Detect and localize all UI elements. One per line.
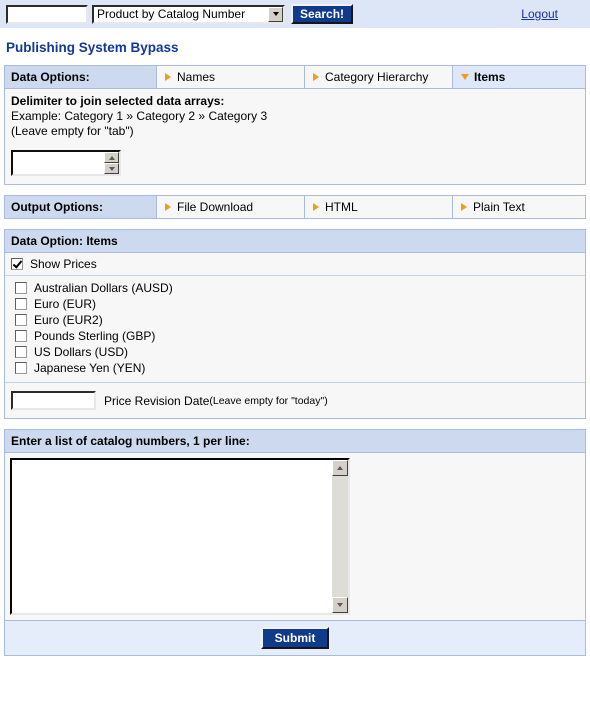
tab-file-download[interactable]: File Download: [157, 196, 305, 218]
search-input[interactable]: [6, 4, 88, 24]
currency-checkbox-eur2[interactable]: [15, 314, 27, 326]
currency-row-eur2[interactable]: Euro (EUR2): [5, 312, 585, 328]
currency-checkbox-eur[interactable]: [15, 298, 27, 310]
search-type-select[interactable]: Product by Catalog Number: [92, 4, 285, 24]
delimiter-scrollbar[interactable]: [104, 152, 119, 174]
tab-items-label: Items: [474, 70, 506, 84]
chevron-down-icon[interactable]: [268, 6, 283, 22]
output-options-panel: Output Options: File Download HTML Plain…: [4, 195, 586, 219]
delimiter-title: Delimiter to join selected data arrays:: [11, 94, 225, 108]
price-revision-date-row: Price Revision Date (Leave empty for "to…: [5, 382, 585, 418]
currency-row-usd[interactable]: US Dollars (USD): [5, 344, 585, 360]
price-revision-date-note: (Leave empty for "today"): [209, 394, 328, 407]
tab-plain-text[interactable]: Plain Text: [453, 196, 585, 218]
catalog-numbers-textarea[interactable]: [10, 458, 350, 615]
logout-link[interactable]: Logout: [521, 7, 558, 21]
catalog-textarea-scrollbar[interactable]: [332, 460, 348, 613]
currency-checkbox-list: Australian Dollars (AUSD) Euro (EUR) Eur…: [5, 275, 585, 382]
output-options-tabrow: Output Options: File Download HTML Plain…: [5, 196, 585, 218]
show-prices-row[interactable]: Show Prices: [5, 253, 585, 275]
scroll-down-icon[interactable]: [104, 163, 119, 174]
page-root: Product by Catalog Number Search! Logout…: [0, 0, 590, 707]
logout-container: Logout: [521, 7, 584, 21]
price-revision-date-label: Price Revision Date: [104, 393, 210, 408]
triangle-right-icon: [313, 203, 319, 211]
currency-label-yen: Japanese Yen (YEN): [34, 361, 146, 375]
search-button[interactable]: Search!: [291, 4, 354, 24]
triangle-right-icon: [165, 73, 171, 81]
catalog-textarea-area[interactable]: [12, 460, 332, 613]
delimiter-textarea-area[interactable]: [13, 152, 104, 174]
tab-category-hierarchy-label: Category Hierarchy: [325, 70, 429, 84]
delimiter-note: (Leave empty for "tab"): [11, 124, 134, 138]
currency-label-usd: US Dollars (USD): [34, 345, 129, 359]
currency-row-ausd[interactable]: Australian Dollars (AUSD): [5, 280, 585, 296]
data-option-items-header: Data Option: Items: [5, 230, 585, 253]
show-prices-checkbox[interactable]: [11, 258, 23, 270]
data-option-items-body: Show Prices Australian Dollars (AUSD) Eu…: [5, 253, 585, 418]
catalog-numbers-panel: Enter a list of catalog numbers, 1 per l…: [4, 429, 586, 656]
data-options-panel: Data Options: Names Category Hierarchy I…: [4, 65, 586, 185]
output-options-head-label: Output Options:: [5, 196, 157, 218]
tab-plain-text-label: Plain Text: [473, 200, 525, 214]
currency-row-gbp[interactable]: Pounds Sterling (GBP): [5, 328, 585, 344]
submit-button[interactable]: Submit: [260, 627, 330, 649]
tab-file-download-label: File Download: [177, 200, 254, 214]
price-revision-date-input[interactable]: [11, 391, 96, 410]
currency-label-gbp: Pounds Sterling (GBP): [34, 329, 156, 343]
triangle-right-icon: [165, 203, 171, 211]
tab-html-label: HTML: [325, 200, 358, 214]
scrollbar-track[interactable]: [332, 476, 348, 597]
catalog-textarea-wrap: [5, 453, 585, 620]
currency-checkbox-usd[interactable]: [15, 346, 27, 358]
catalog-numbers-header: Enter a list of catalog numbers, 1 per l…: [5, 430, 585, 453]
currency-row-yen[interactable]: Japanese Yen (YEN): [5, 360, 585, 376]
currency-label-ausd: Australian Dollars (AUSD): [34, 281, 173, 295]
currency-checkbox-gbp[interactable]: [15, 330, 27, 342]
tab-category-hierarchy[interactable]: Category Hierarchy: [305, 66, 453, 88]
delimiter-section: Delimiter to join selected data arrays: …: [5, 88, 585, 184]
data-option-items-panel: Data Option: Items Show Prices Australia…: [4, 229, 586, 419]
data-options-tabrow: Data Options: Names Category Hierarchy I…: [5, 66, 585, 88]
scroll-up-icon[interactable]: [104, 152, 119, 163]
delimiter-example: Example: Category 1 » Category 2 » Categ…: [11, 109, 268, 123]
delimiter-textarea[interactable]: [11, 150, 121, 176]
tab-names[interactable]: Names: [157, 66, 305, 88]
triangle-right-icon: [461, 203, 467, 211]
currency-checkbox-ausd[interactable]: [15, 282, 27, 294]
currency-label-eur2: Euro (EUR2): [34, 313, 103, 327]
submit-bar: Submit: [5, 620, 585, 655]
tab-items[interactable]: Items: [453, 66, 585, 88]
page-title: Publishing System Bypass: [6, 40, 179, 55]
currency-label-eur: Euro (EUR): [34, 297, 97, 311]
currency-row-eur[interactable]: Euro (EUR): [5, 296, 585, 312]
data-options-head-label: Data Options:: [5, 66, 157, 88]
show-prices-label: Show Prices: [30, 257, 97, 271]
tab-names-label: Names: [177, 70, 216, 84]
search-type-selected-label: Product by Catalog Number: [97, 7, 246, 21]
scroll-down-icon[interactable]: [332, 597, 348, 613]
scroll-up-icon[interactable]: [332, 460, 348, 476]
tab-html[interactable]: HTML: [305, 196, 453, 218]
triangle-down-icon: [461, 74, 469, 80]
top-search-bar: Product by Catalog Number Search! Logout: [0, 0, 590, 29]
triangle-right-icon: [313, 73, 319, 81]
currency-checkbox-yen[interactable]: [15, 362, 27, 374]
